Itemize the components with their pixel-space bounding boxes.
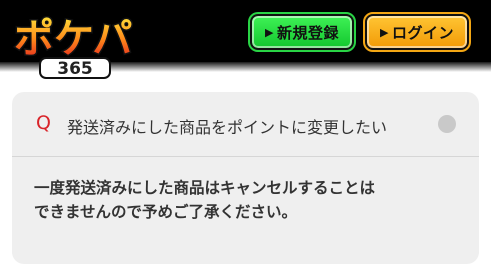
logo-main-text: ポケパ [14, 16, 132, 62]
faq-answer-line-2: できませんので予めご了承ください。 [34, 203, 298, 221]
faq-answer: 一度発送済みにした商品はキャンセルすることは できませんので予めご了承ください。 [34, 176, 454, 224]
login-button[interactable]: ▶ ログイン [363, 12, 471, 52]
question-mark-q: Q [36, 112, 51, 134]
site-logo[interactable]: ポケパ 365 [10, 8, 142, 80]
faq-card: Q 発送済みにした商品をポイントに変更したい 一度発送済みにした商品はキャンセル… [12, 92, 479, 264]
logo-sub-text: 365 [57, 59, 93, 79]
faq-question-row[interactable]: Q 発送済みにした商品をポイントに変更したい [12, 92, 479, 157]
register-label: 新規登録 [276, 23, 339, 42]
login-label: ログイン [391, 23, 454, 42]
register-button[interactable]: ▶ 新規登録 [248, 12, 356, 52]
triangle-right-icon: ▶ [265, 25, 274, 39]
faq-answer-line-1: 一度発送済みにした商品はキャンセルすることは [34, 179, 376, 197]
accordion-toggle-icon[interactable] [438, 115, 456, 133]
triangle-right-icon: ▶ [380, 25, 389, 39]
faq-question-text: 発送済みにした商品をポイントに変更したい [67, 118, 388, 137]
